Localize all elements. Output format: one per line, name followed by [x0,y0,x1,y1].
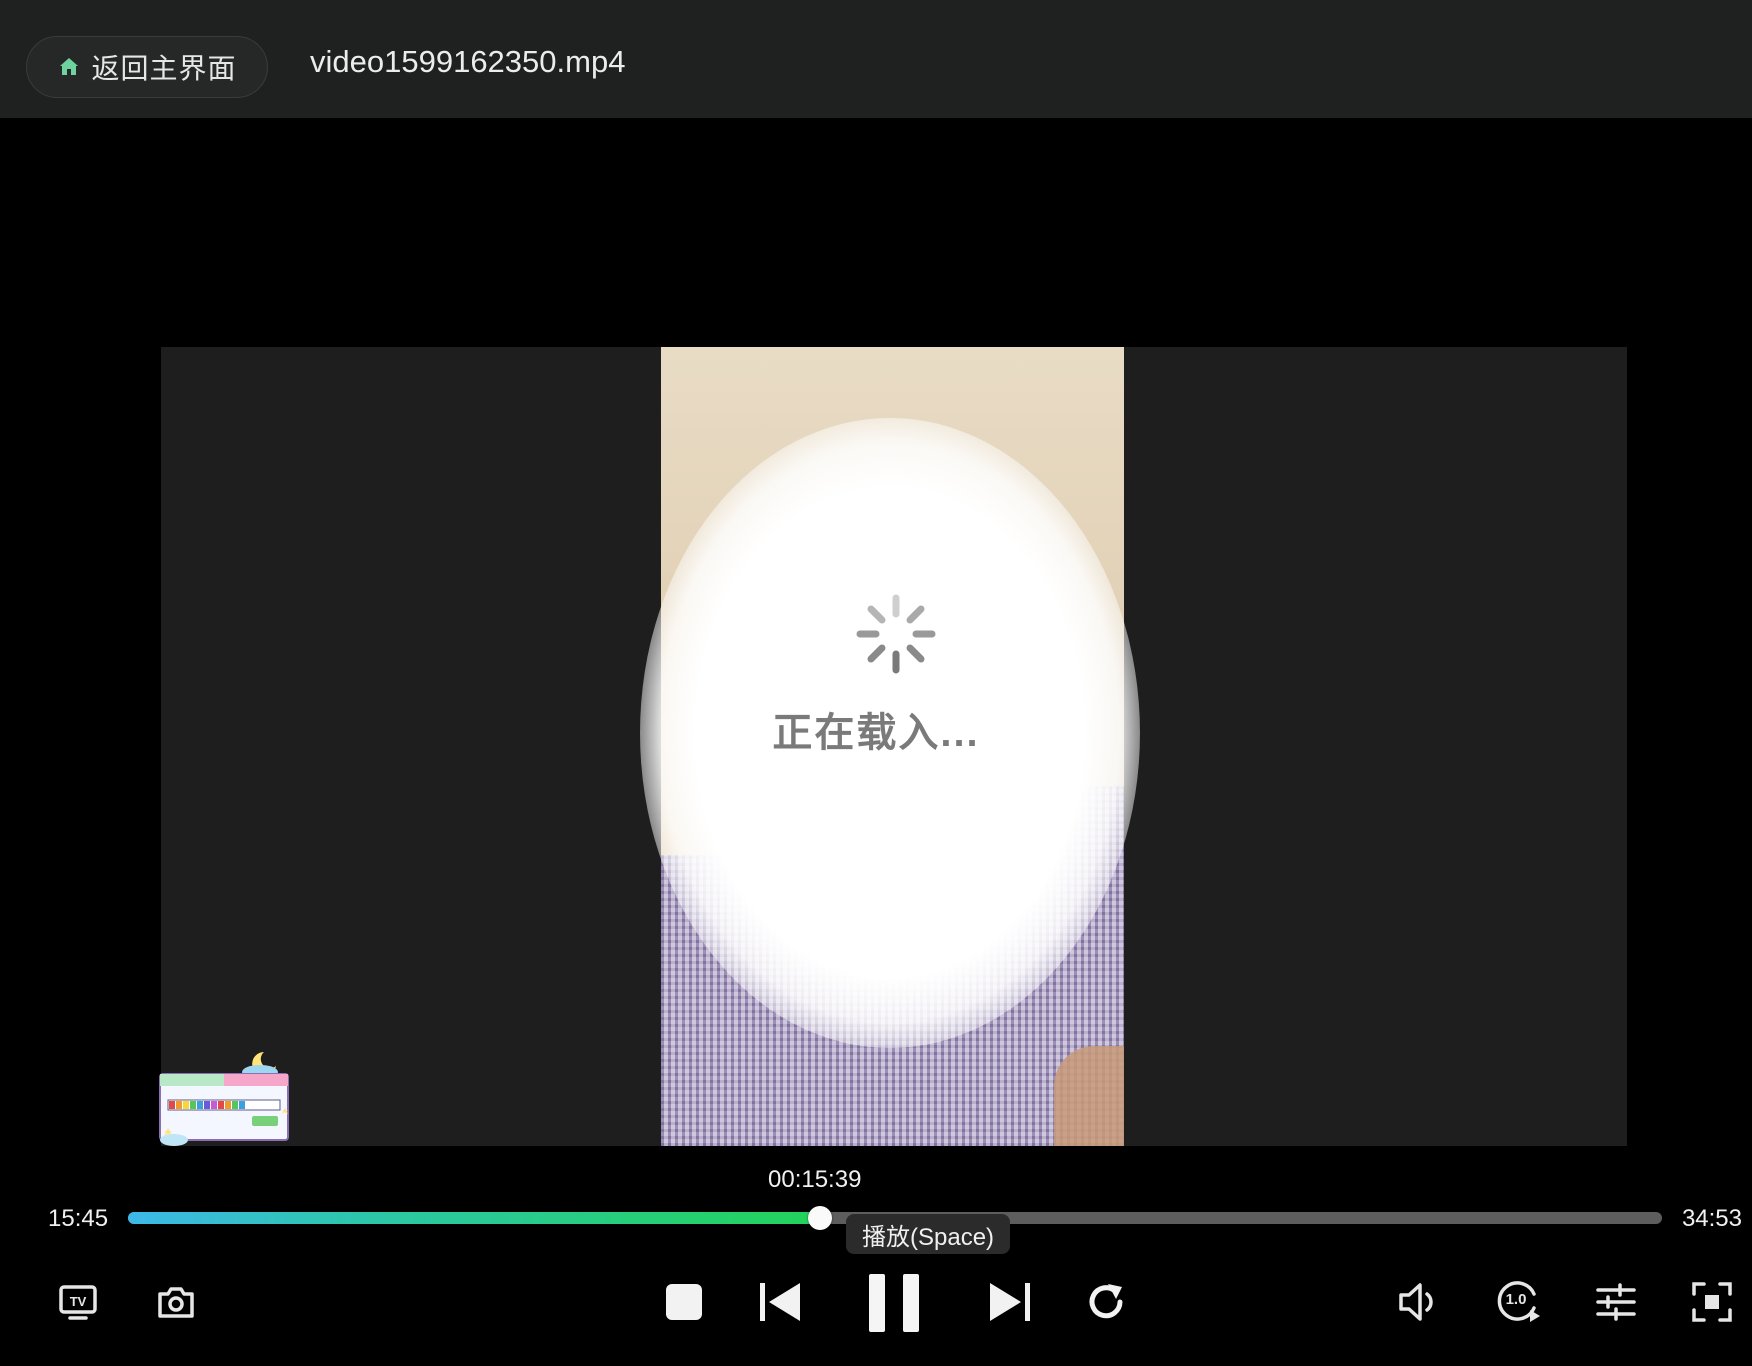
playback-speed-button[interactable]: 1.0 [1492,1276,1544,1328]
previous-button[interactable] [754,1276,806,1328]
seek-progress-fill [128,1212,820,1224]
loading-spinner-icon [856,594,936,674]
equalizer-icon [1596,1283,1636,1321]
next-icon [990,1283,1030,1321]
video-stage[interactable]: 正在载入... [0,118,1752,1160]
svg-text:TV: TV [70,1294,87,1309]
screenshot-camera-icon [158,1287,194,1318]
replay-button[interactable] [1080,1276,1132,1328]
back-to-home-label: 返回主界面 [91,53,237,84]
playback-speed-label: 1.0 [1505,1291,1527,1308]
stop-icon [666,1284,702,1320]
next-button[interactable] [984,1276,1036,1328]
stop-button[interactable] [658,1276,710,1328]
watermark-sticker-icon [159,1052,289,1146]
volume-icon [1399,1283,1433,1321]
seek-thumb[interactable] [807,1206,832,1230]
previous-icon [760,1283,800,1321]
equalizer-settings-button[interactable] [1590,1276,1642,1328]
video-file-name: video1599162350.mp4 [310,44,626,79]
cast-to-tv-button[interactable]: TV [52,1276,104,1328]
current-time: 15:45 [48,1205,109,1232]
loading-text: 正在载入... [772,711,980,755]
home-icon [57,55,81,79]
video-player-window: 返回主界面 video1599162350.mp4 正在载入... 00:15:… [0,0,1752,1366]
tv-cast-icon: TV [59,1285,97,1320]
fullscreen-button[interactable] [1686,1276,1738,1328]
fullscreen-icon [1692,1282,1732,1322]
play-shortcut-tooltip: 播放(Space) [846,1214,1011,1254]
title-bar: 返回主界面 video1599162350.mp4 [0,0,1752,118]
back-to-home-button[interactable]: 返回主界面 [26,36,268,98]
total-duration: 34:53 [1681,1205,1742,1232]
screenshot-button[interactable] [150,1276,202,1328]
volume-button[interactable] [1394,1276,1446,1328]
seek-hover-time: 00:15:39 [768,1166,862,1193]
play-pause-button[interactable] [862,1268,926,1338]
pause-icon [869,1274,919,1332]
replay-icon [1089,1284,1123,1319]
